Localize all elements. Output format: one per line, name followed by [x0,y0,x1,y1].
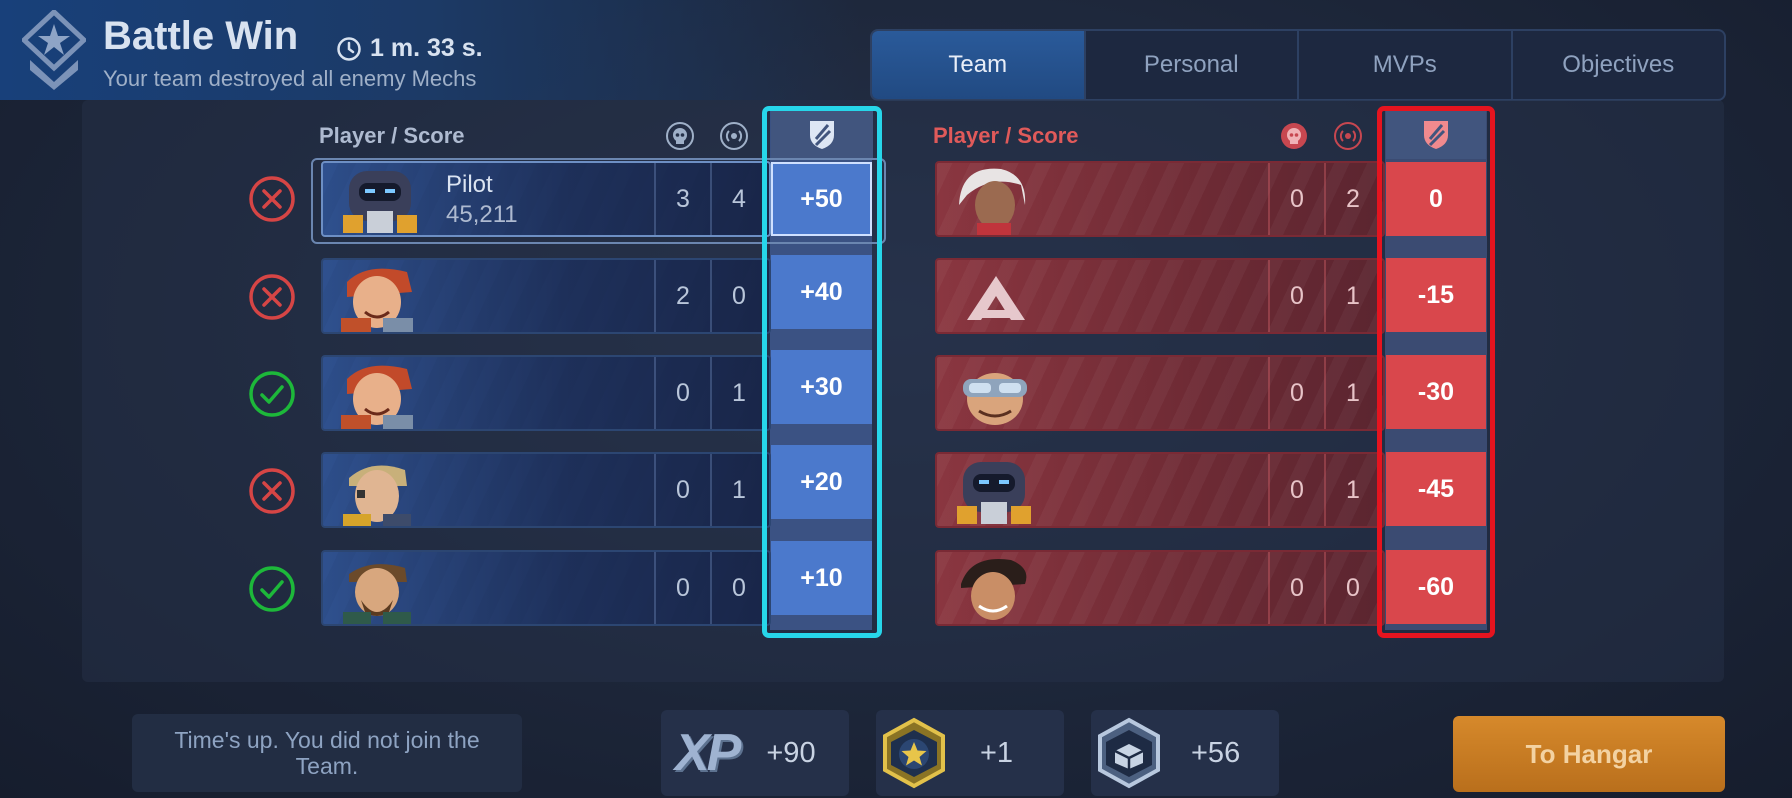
kills-skull-icon [666,122,694,150]
enemy-assists-count: 1 [1346,378,1360,407]
enemy-kills-skull-icon [1281,123,1307,149]
goggled-pilot-avatar [963,373,1027,425]
crate-medal-icon [1098,717,1160,789]
enemy-kills-count: 0 [1290,281,1304,310]
kills-count: 0 [676,573,690,602]
enemy-player-row[interactable]: 0 1 [935,355,1385,431]
team-player-row[interactable]: 2 0 [321,258,771,334]
xp-reward: XP +90 [661,710,849,796]
team-player-row[interactable]: 0 0 [321,550,771,626]
team-points-highlight [762,106,882,638]
battle-duration: 1 m. 33 s. [370,34,483,62]
bot-logo-avatar [967,276,1025,320]
red-haired-pilot-avatar [341,365,413,429]
player-score: 45,211 [446,201,518,228]
enemy-player-row[interactable]: 0 0 [935,550,1385,626]
tab-mvps[interactable]: MVPs [1299,31,1513,99]
assists-count: 1 [732,475,746,504]
mech-pilot-helmet-avatar [343,171,417,233]
team-player-row[interactable]: 0 1 [321,452,771,528]
left-player-score-header: Player / Score [319,123,465,148]
red-haired-pilot-avatar [341,268,413,332]
assists-count: 0 [732,573,746,602]
star-value: +1 [980,736,1014,769]
kills-count: 0 [676,378,690,407]
enemy-player-row[interactable]: 0 1 [935,452,1385,528]
survived-check-icon [249,566,295,612]
enemy-assists-count: 2 [1346,184,1360,213]
right-player-score-header: Player / Score [933,123,1079,148]
defeated-x-icon [249,274,295,320]
kills-count: 2 [676,281,690,310]
white-haired-pilot-avatar [959,168,1026,235]
to-hangar-button[interactable]: To Hangar [1453,716,1725,792]
result-title: Battle Win [103,14,299,58]
xp-value: +90 [766,736,816,769]
enemy-kills-count: 0 [1290,475,1304,504]
dark-haired-pilot-avatar [961,559,1027,620]
result-subtitle: Your team destroyed all enemy Mechs [103,66,477,91]
kills-count: 3 [676,184,690,213]
xp-icon: XP [675,724,741,782]
enemy-kills-count: 0 [1290,378,1304,407]
assists-count: 4 [732,184,746,213]
assists-signal-icon [720,122,748,150]
join-team-notice: Time's up. You did not join the Team. [132,714,522,792]
rank-emblem-icon [22,10,86,90]
enemy-assists-signal-icon [1334,122,1362,150]
crate-reward: +56 [1091,710,1279,796]
enemy-kills-count: 0 [1290,184,1304,213]
star-medal-icon [883,717,945,789]
survived-check-icon [249,371,295,417]
assists-count: 1 [732,378,746,407]
mech-pilot-helmet-avatar [957,462,1031,524]
bearded-pilot-avatar [343,564,411,624]
enemy-assists-count: 0 [1346,573,1360,602]
enemy-points-highlight [1377,106,1495,638]
enemy-player-row[interactable]: 0 1 [935,258,1385,334]
tab-personal[interactable]: Personal [1086,31,1299,99]
team-player-row[interactable]: 0 1 [321,355,771,431]
team-player-row[interactable]: Pilot 45,211 3 4 [321,161,771,237]
assists-count: 0 [732,281,746,310]
crate-value: +56 [1191,736,1241,769]
defeated-x-icon [249,176,295,222]
enemy-kills-count: 0 [1290,573,1304,602]
clock-icon [337,37,361,61]
tab-team[interactable]: Team [872,31,1086,99]
kills-count: 0 [676,475,690,504]
enemy-player-row[interactable]: 0 2 [935,161,1385,237]
defeated-x-icon [249,468,295,514]
enemy-assists-count: 1 [1346,475,1360,504]
player-name: Pilot [446,171,493,198]
tab-objectives[interactable]: Objectives [1513,31,1725,99]
star-reward: +1 [876,710,1064,796]
blonde-pilot-avatar [343,465,411,526]
results-tabs: Team Personal MVPs Objectives [870,29,1726,101]
enemy-assists-count: 1 [1346,281,1360,310]
